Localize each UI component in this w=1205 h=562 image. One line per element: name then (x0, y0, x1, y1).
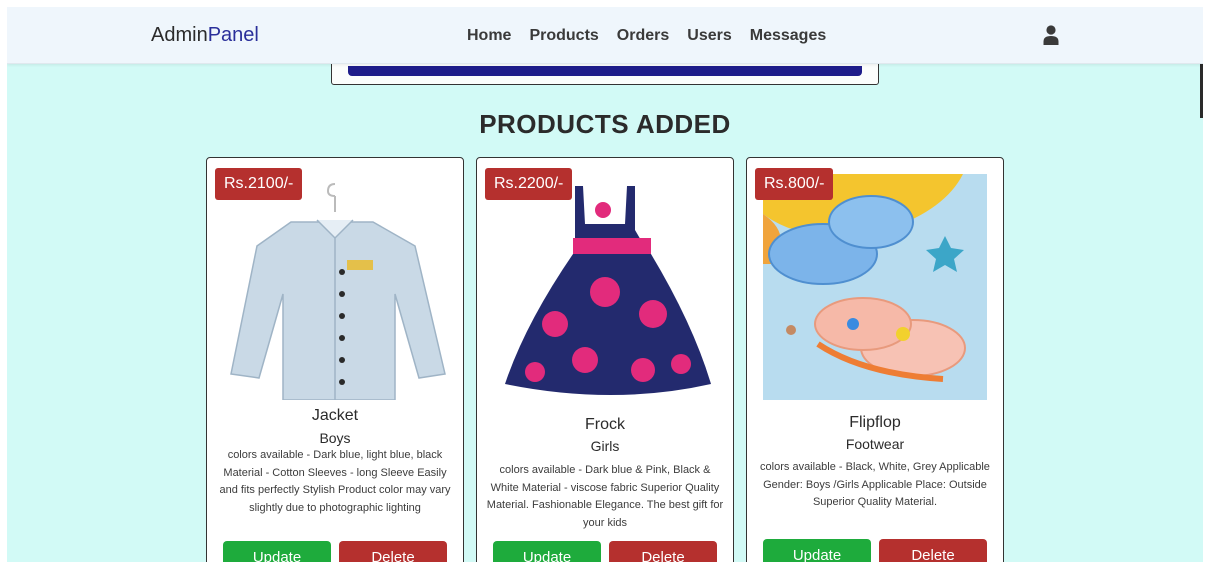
page-content: AdminPanel Home Products Orders Users Me… (7, 7, 1203, 562)
update-button[interactable]: Update (223, 541, 331, 562)
delete-button[interactable]: Delete (339, 541, 447, 562)
product-category: Girls (590, 438, 620, 454)
price-tag: Rs.2100/- (215, 168, 303, 200)
update-button[interactable]: Update (493, 541, 601, 562)
price-tag: Rs.2200/- (485, 168, 573, 200)
product-card-frock: Rs.2200/- Frock Girls colors available -… (476, 157, 734, 562)
delete-button[interactable]: Delete (609, 541, 717, 562)
product-card-jacket: Rs.2100/- Jacket Boys colors available -… (206, 157, 464, 562)
nav-home[interactable]: Home (467, 27, 511, 45)
product-name: Flipflop (849, 414, 901, 431)
update-button[interactable]: Update (763, 539, 871, 562)
nav-orders[interactable]: Orders (617, 27, 669, 45)
delete-button[interactable]: Delete (879, 539, 987, 562)
product-image-frock (505, 186, 711, 395)
product-name: Frock (585, 416, 625, 433)
product-description: colors available - Black, White, Grey Ap… (760, 461, 990, 508)
product-image-flipflop (763, 174, 987, 400)
add-product-submit-button[interactable] (348, 66, 862, 76)
product-description: colors available - Dark blue, light blue… (219, 449, 451, 514)
top-navbar: AdminPanel Home Products Orders Users Me… (7, 7, 1203, 64)
brand-logo[interactable]: AdminPanel (151, 24, 259, 47)
product-category: Footwear (845, 436, 905, 452)
product-image-jacket (230, 183, 446, 400)
nav-products[interactable]: Products (529, 27, 598, 45)
user-icon[interactable] (1043, 25, 1059, 45)
main-nav: Home Products Orders Users Messages (467, 27, 826, 45)
product-name: Jacket (311, 407, 359, 424)
section-title: PRODUCTS ADDED (479, 109, 731, 139)
brand-accent-text: Panel (207, 24, 259, 46)
product-description: colors available - Dark blue & Pink, Bla… (486, 464, 724, 529)
price-tag: Rs.800/- (755, 168, 834, 200)
product-card-flipflop: Rs.800/- Flipflop Footwear colors availa… (746, 157, 1004, 562)
nav-users[interactable]: Users (687, 27, 731, 45)
product-category: Boys (319, 430, 351, 446)
brand-main-text: Admin (151, 24, 208, 46)
nav-messages[interactable]: Messages (750, 27, 827, 45)
